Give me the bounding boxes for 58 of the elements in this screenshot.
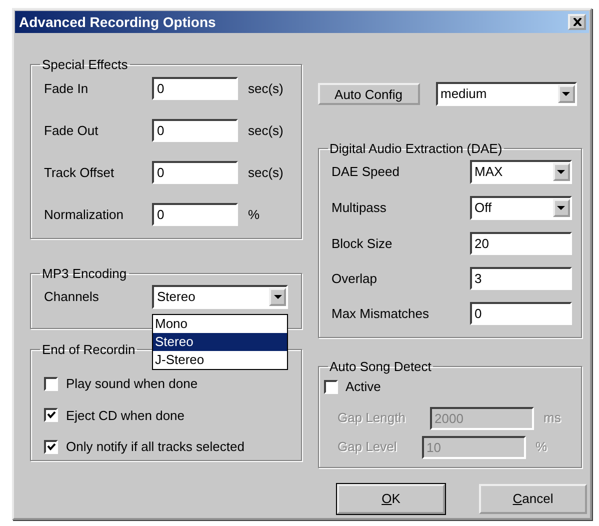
unit-label: sec(s) [248, 164, 284, 182]
dialog-button[interactable]: Cancel [479, 484, 587, 514]
checkbox[interactable] [44, 376, 58, 391]
input-field[interactable]: 0 [152, 77, 238, 100]
checkbox-label: Play sound when done [66, 375, 198, 393]
group-title: Auto Song Detect [328, 360, 432, 373]
dropdown-arrow-button[interactable] [552, 163, 570, 181]
close-icon [572, 18, 582, 26]
input-field[interactable]: 3 [470, 267, 572, 290]
unit-label: sec(s) [248, 80, 284, 98]
unit-label: % [536, 438, 548, 456]
checkbox-label: Only notify if all tracks selected [66, 438, 244, 456]
window-title: Advanced Recording Options [19, 12, 216, 32]
field-label: Channels [44, 288, 100, 306]
dropdown[interactable]: Off [470, 196, 572, 220]
input-field[interactable]: 0 [152, 203, 238, 226]
caret-icon [557, 170, 565, 174]
checkbox-label: Eject CD when done [66, 406, 185, 425]
dropdown-option[interactable]: J-Stereo [153, 351, 287, 369]
unit-label: ms [544, 409, 561, 428]
checkbox[interactable] [44, 408, 58, 422]
dropdown-arrow-button[interactable] [269, 288, 286, 306]
unit-label: % [248, 206, 260, 224]
caret-icon [562, 92, 570, 96]
group-title: MP3 Encoding [41, 267, 128, 280]
field-label: DAE Speed [332, 163, 400, 182]
field-label: Fade In [44, 80, 90, 98]
dropdown-arrow-button[interactable] [558, 85, 574, 103]
dropdown-option[interactable]: Mono [153, 315, 287, 333]
input-field[interactable]: 0 [152, 161, 238, 184]
dialog-button[interactable]: OK [337, 484, 445, 514]
field-label: Max Mismatches [332, 304, 430, 323]
dropdown[interactable]: medium [436, 82, 576, 106]
checkbox-label: Active [346, 378, 381, 396]
field-label: Block Size [332, 234, 394, 253]
caret-icon [274, 295, 282, 299]
group-title: Digital Audio Extraction (DAE) [328, 142, 504, 155]
dropdown[interactable]: MAX [470, 160, 572, 184]
field-label: Multipass [332, 199, 388, 218]
field-label: Overlap [332, 270, 378, 288]
dropdown-arrow-button[interactable] [552, 199, 570, 217]
field-label: Gap Level [338, 438, 398, 456]
group-title: Special Effects [41, 58, 129, 71]
group-title: End of Recordin [41, 343, 136, 356]
unit-label: sec(s) [248, 122, 284, 140]
input-field[interactable]: 0 [152, 119, 238, 142]
caret-icon [557, 206, 565, 210]
field-label: Gap Length [338, 409, 406, 428]
checkbox[interactable] [324, 380, 338, 394]
checkbox[interactable] [44, 440, 58, 454]
close-button[interactable] [568, 14, 586, 30]
auto-config-button[interactable]: Auto Config [318, 83, 420, 105]
input-field[interactable]: 20 [470, 232, 572, 255]
field-label: Normalization [44, 206, 124, 224]
field-label: Fade Out [44, 122, 100, 140]
input-field[interactable]: 0 [470, 302, 572, 325]
field-label: Track Offset [44, 164, 116, 182]
dropdown-option[interactable]: Stereo [153, 333, 287, 351]
